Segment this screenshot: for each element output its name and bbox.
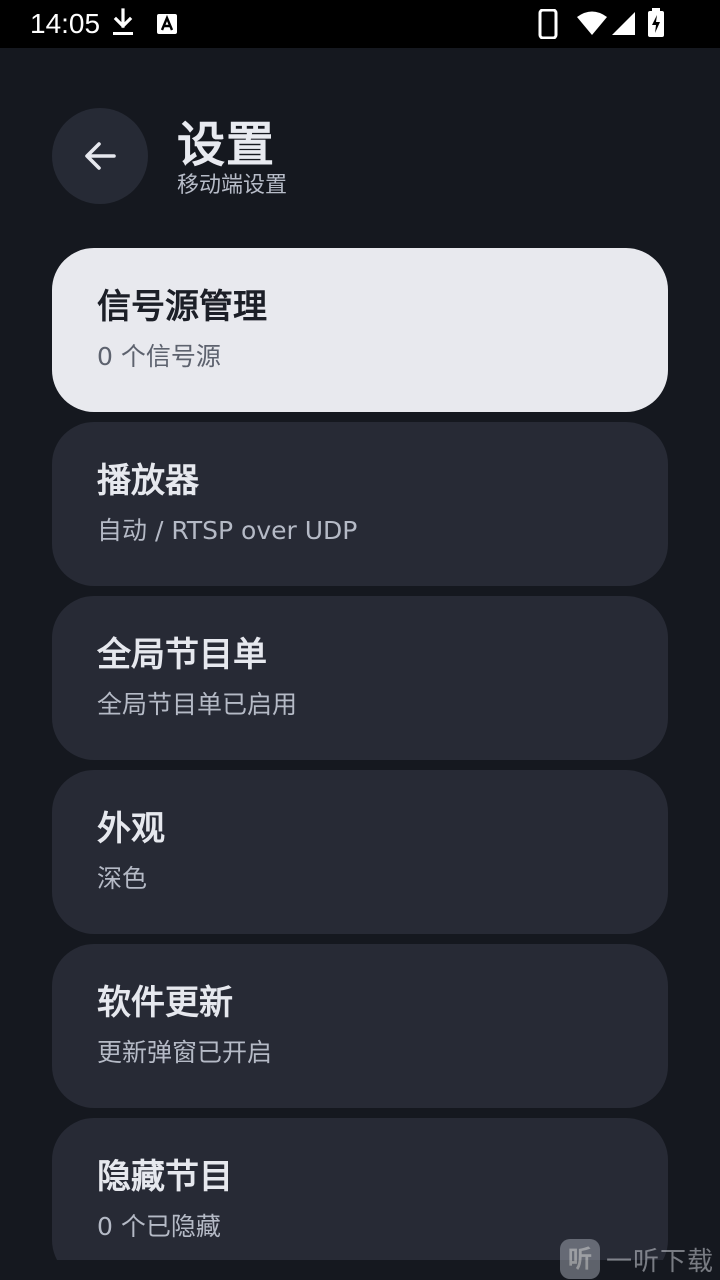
watermark-text: 一听下载: [606, 1246, 715, 1277]
settings-item-subtitle: 0 个信号源: [97, 342, 221, 371]
settings-item-sources[interactable]: 信号源管理 0 个信号源: [52, 248, 668, 412]
settings-item-software-update[interactable]: 软件更新 更新弹窗已开启: [52, 944, 668, 1108]
settings-item-subtitle: 全局节目单已启用: [97, 690, 298, 719]
settings-item-title: 全局节目单: [97, 635, 267, 675]
arrow-left-icon: [82, 138, 118, 174]
settings-item-subtitle: 更新弹窗已开启: [97, 1038, 273, 1067]
status-bar: 14:05: [0, 0, 720, 48]
page-subtitle: 移动端设置: [177, 173, 288, 198]
download-icon: [110, 8, 136, 42]
settings-item-title: 软件更新: [97, 983, 233, 1023]
status-time: 14:05: [30, 8, 101, 39]
settings-item-subtitle: 0 个已隐藏: [97, 1212, 221, 1241]
settings-item-title: 隐藏节目: [97, 1157, 233, 1197]
watermark-logo: 听: [560, 1239, 600, 1279]
phone-icon: [538, 8, 558, 43]
signal-icon: [610, 10, 636, 40]
settings-item-subtitle: 深色: [97, 864, 148, 893]
back-button[interactable]: [52, 108, 148, 204]
settings-item-global-epg[interactable]: 全局节目单 全局节目单已启用: [52, 596, 668, 760]
settings-screen: 14:05 设置 移动端设置 信号源管理 0 个信号源 播放器 自动 / RTS…: [0, 0, 720, 1280]
settings-item-appearance[interactable]: 外观 深色: [52, 770, 668, 934]
watermark: 听 一听下载: [560, 1238, 720, 1280]
settings-item-subtitle: 自动 / RTSP over UDP: [97, 516, 358, 545]
settings-item-title: 信号源管理: [97, 287, 267, 327]
settings-item-title: 外观: [97, 809, 165, 849]
battery-charging-icon: [647, 8, 665, 42]
a-notification-icon: [156, 13, 178, 39]
wifi-icon: [576, 10, 608, 40]
page-title: 设置: [177, 117, 276, 173]
settings-item-player[interactable]: 播放器 自动 / RTSP over UDP: [52, 422, 668, 586]
settings-item-title: 播放器: [97, 461, 199, 501]
